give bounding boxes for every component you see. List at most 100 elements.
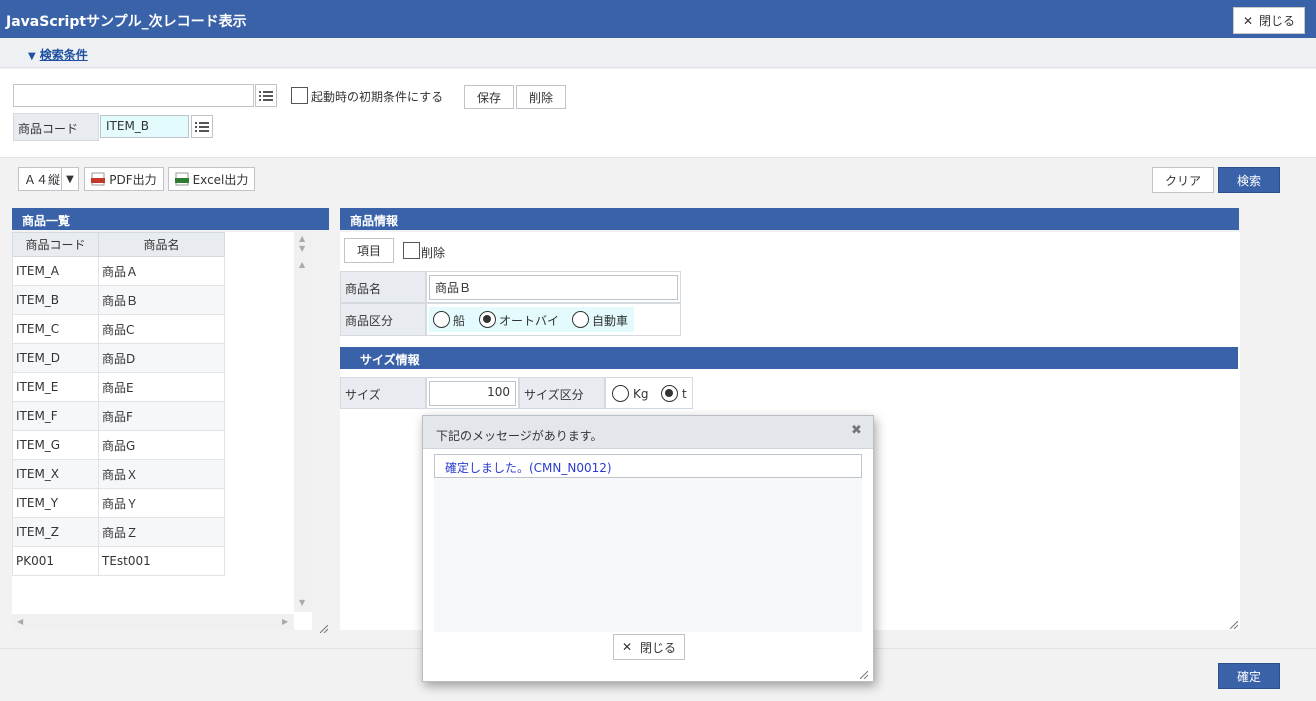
unit-kg-label: Kg [633,387,649,401]
close-icon: ✕ [1242,13,1254,28]
category-radio-ship[interactable] [433,311,450,328]
list-horizontal-scrollbar[interactable]: ◀ ▶ [12,614,294,630]
scroll-down-icon[interactable]: ▼ [299,598,305,607]
table-row[interactable]: ITEM_G 商品G [12,430,225,460]
cell-name: 商品C [98,314,225,344]
size-label: サイズ [340,377,426,409]
excel-export-button[interactable]: Excel出力 [168,167,255,191]
size-unit-label: サイズ区分 [519,377,605,409]
table-row[interactable]: ITEM_X 商品Ｘ [12,459,225,489]
product-code-input[interactable]: ITEM_B [100,115,189,138]
product-code-list-button[interactable] [191,115,213,138]
search-condition-label: 検索条件 [39,48,88,62]
list-resize-handle[interactable] [319,622,329,634]
excel-icon [174,172,189,186]
pdf-export-button[interactable]: PDF出力 [84,167,164,191]
message-dialog: 下記のメッセージがあります。 ✖ 確定しました。(CMN_N0012) ✕ 閉じ… [422,415,874,682]
cell-code: ITEM_C [12,314,99,344]
product-list-header: 商品一覧 [12,208,329,230]
scroll-up-icon[interactable]: ▲ [299,234,305,243]
toolbar: Ａ４縦 ▼ PDF出力 Excel出力 クリア 検索 [0,158,1316,200]
cell-name: 商品E [98,372,225,402]
cell-code: ITEM_Z [12,517,99,547]
unit-radio-t[interactable] [661,385,678,402]
title-bar: JavaScriptサンプル_次レコード表示 ✕ 閉じる [0,0,1316,38]
cell-name: 商品Ｂ [98,285,225,315]
list-vertical-scrollbar[interactable]: ▲ ▼ ▲ ▼ [294,232,312,612]
cell-code: PK001 [12,546,99,576]
condition-preset-input[interactable] [13,84,254,107]
startup-condition-checkbox[interactable] [291,87,308,104]
item-button[interactable]: 項目 [344,238,394,263]
save-condition-button[interactable]: 保存 [464,85,514,109]
table-row[interactable]: ITEM_E 商品E [12,372,225,402]
message-list: 確定しました。(CMN_N0012) [434,454,862,632]
category-radio-car[interactable] [572,311,589,328]
size-unit-radio-group: Kg t [605,377,693,409]
pdf-export-label: PDF出力 [109,172,157,187]
close-window-button[interactable]: ✕ 閉じる [1233,7,1305,34]
unit-radio-kg[interactable] [612,385,629,402]
table-row[interactable]: ITEM_Z 商品Ｚ [12,517,225,547]
cell-code: ITEM_X [12,459,99,489]
table-row[interactable]: ITEM_A 商品Ａ [12,256,225,286]
dialog-title-bar[interactable]: 下記のメッセージがあります。 ✖ [423,416,873,449]
size-input[interactable]: 100 [429,381,516,406]
paper-size-select[interactable]: Ａ４縦 ▼ [18,167,79,191]
column-header-code[interactable]: 商品コード [12,232,99,257]
delete-condition-button[interactable]: 削除 [516,85,566,109]
excel-export-label: Excel出力 [192,172,249,187]
list-icon [259,90,273,101]
size-info-header: サイズ情報 [340,347,1238,369]
dropdown-arrow-icon: ▼ [61,168,78,190]
product-name-input[interactable]: 商品Ｂ [429,275,678,300]
search-condition-header: ▼ 検索条件 [0,38,1316,68]
startup-condition-label: 起動時の初期条件にする [311,90,444,104]
unit-t-label: t [682,387,687,401]
pdf-icon [91,172,106,186]
search-button[interactable]: 検索 [1218,167,1280,193]
close-icon: ✕ [621,640,633,654]
close-window-label: 閉じる [1259,14,1296,28]
dialog-close-icon[interactable]: ✖ [851,423,862,438]
cell-name: 商品Ｘ [98,459,225,489]
scroll-right-icon[interactable]: ▶ [282,617,288,626]
dialog-title: 下記のメッセージがあります。 [436,429,603,443]
delete-label: 削除 [421,246,446,260]
product-info-header: 商品情報 [340,208,1239,230]
cell-code: ITEM_G [12,430,99,460]
cell-code: ITEM_B [12,285,99,315]
preset-list-button[interactable] [255,84,277,107]
category-radio-motorcycle[interactable] [479,311,496,328]
table-row[interactable]: ITEM_B 商品Ｂ [12,285,225,315]
confirm-button[interactable]: 確定 [1218,663,1280,689]
search-condition-toggle[interactable]: ▼ 検索条件 [28,46,88,63]
table-row[interactable]: ITEM_F 商品F [12,401,225,431]
detail-resize-handle[interactable] [1229,618,1239,630]
product-list-area: 商品コード 商品名 ITEM_A 商品Ａ ITEM_B 商品Ｂ ITEM_C 商品C … [12,232,329,634]
table-row[interactable]: PK001 TEst001 [12,546,225,576]
table-row[interactable]: ITEM_D 商品D [12,343,225,373]
category-car-label: 自動車 [592,314,629,328]
scroll-down-icon[interactable]: ▼ [299,244,305,253]
product-list-table: 商品コード 商品名 ITEM_A 商品Ａ ITEM_B 商品Ｂ ITEM_C 商品C … [12,232,225,576]
dialog-resize-handle[interactable] [859,668,869,680]
scroll-left-icon[interactable]: ◀ [17,617,23,626]
dialog-close-label: 閉じる [640,640,677,655]
scroll-up-icon[interactable]: ▲ [299,260,305,269]
column-header-name[interactable]: 商品名 [98,232,225,257]
delete-checkbox[interactable] [403,242,420,259]
list-icon [195,121,209,132]
clear-button[interactable]: クリア [1152,167,1214,193]
dialog-close-button[interactable]: ✕ 閉じる [613,634,685,660]
cell-code: ITEM_D [12,343,99,373]
cell-name: 商品G [98,430,225,460]
cell-name: 商品D [98,343,225,373]
table-row[interactable]: ITEM_Y 商品Ｙ [12,488,225,518]
category-radio-group: 船 オートバイ 自動車 [429,307,634,332]
table-row[interactable]: ITEM_C 商品C [12,314,225,344]
cell-name: TEst001 [98,546,225,576]
category-motorcycle-label: オートバイ [499,314,560,328]
window-title: JavaScriptサンプル_次レコード表示 [6,14,247,30]
search-condition-area: 起動時の初期条件にする 保存 削除 商品コード ITEM_B [0,69,1316,158]
